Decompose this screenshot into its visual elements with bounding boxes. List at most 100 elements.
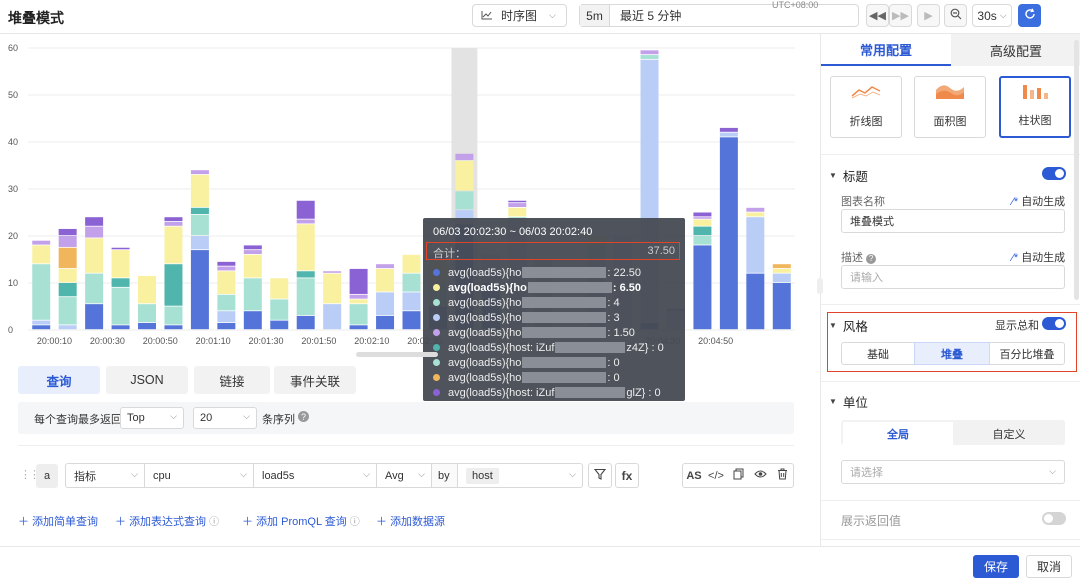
chart-type-area-label: 面积图 — [933, 116, 967, 128]
refresh-button[interactable] — [1018, 4, 1041, 27]
chart-type-selector[interactable]: 时序图 ⌵ — [472, 4, 567, 27]
show-total-label: 显示总和 — [995, 320, 1039, 332]
add-simple-query-link[interactable]: ＋ 添加简单查询 — [18, 513, 98, 529]
chart-area[interactable]: 0 10 20 30 40 50 60 20:00:10 20:00:30 20:00:50 20:… — [0, 35, 820, 353]
chart-name-label: 图表名称 — [841, 196, 885, 208]
x-tick-label: 20:00:30 — [90, 336, 125, 346]
limit-suffix-label: 条序列 — [262, 414, 295, 426]
refresh-interval-select[interactable]: 30s ⌵ — [972, 4, 1012, 27]
show-values-toggle[interactable] — [1042, 512, 1066, 525]
delete-button[interactable] — [770, 463, 794, 488]
source-type-select[interactable]: 指标 ⌵ — [65, 463, 145, 488]
caret-down-icon: ▼ — [829, 321, 837, 330]
unit-custom-option[interactable]: 自定义 — [955, 422, 1063, 445]
unit-select[interactable]: 请选择 ⌵ — [841, 460, 1065, 484]
zoom-out-button[interactable] — [944, 4, 967, 27]
tooltip-series-name: avg(load5s){ho — [448, 356, 522, 369]
bar-segment — [164, 217, 183, 222]
style-stacked-option[interactable]: 堆叠 — [914, 342, 990, 365]
description-input[interactable]: 请输入 — [841, 265, 1065, 289]
help-icon[interactable]: ? — [298, 411, 309, 422]
alias-button[interactable]: AS — [682, 463, 706, 488]
style-section-header[interactable]: ▼ 风格 — [829, 316, 868, 335]
chart-type-bar[interactable]: 柱状图 — [999, 76, 1071, 138]
title-toggle[interactable] — [1042, 167, 1066, 180]
bar-segment — [111, 287, 130, 325]
panel-resize-handle[interactable] — [817, 278, 823, 294]
bar-segment — [296, 278, 315, 316]
bar-segment — [85, 238, 104, 273]
tooltip-series-value: : 22.50 — [607, 266, 642, 279]
unit-global-option[interactable]: 全局 — [843, 422, 953, 445]
bar-segment — [402, 254, 421, 273]
footer-bar — [0, 546, 1080, 585]
auto-generate-name-link[interactable]: ⁄* 自动生成 — [1012, 193, 1065, 209]
bar-segment — [190, 236, 209, 250]
tooltip-series-value: : 1.50 — [607, 326, 635, 339]
metric-group-select[interactable]: cpu ⌵ — [144, 463, 254, 488]
bar-segment — [190, 214, 209, 236]
tooltip-series-value: : 4 — [607, 296, 620, 309]
add-promql-query-link[interactable]: ＋ 添加 PromQL 查询 ⓘ — [242, 513, 360, 529]
limit-mode-select[interactable]: Top ⌵ — [120, 407, 184, 429]
copy-button[interactable] — [726, 463, 750, 488]
chart-name-input[interactable]: 堆叠模式 — [841, 209, 1065, 233]
bar-segment — [217, 271, 236, 294]
zoom-out-icon — [950, 8, 962, 23]
magic-wand-icon: ⁄* — [1012, 196, 1019, 208]
bar-segment — [455, 160, 474, 191]
chart-tooltip: 06/03 20:02:30 ~ 06/03 20:02:40 合计： 37.5… — [423, 218, 685, 401]
chart-resize-handle[interactable] — [356, 352, 438, 357]
tab-json[interactable]: JSON — [106, 366, 188, 394]
unit-section-header[interactable]: ▼ 单位 — [829, 392, 868, 411]
function-button[interactable]: fx — [615, 463, 639, 488]
x-tick-label: 20:01:10 — [196, 336, 231, 346]
chart-type-area[interactable]: 面积图 — [914, 76, 986, 138]
code-button[interactable]: </> — [704, 463, 728, 488]
filter-button[interactable] — [588, 463, 612, 488]
bar-segment — [323, 271, 342, 273]
add-datasource-link[interactable]: ＋ 添加数据源 — [376, 513, 445, 529]
line-chart-icon — [851, 84, 881, 103]
step-forward-button[interactable]: ▶▶ — [889, 4, 912, 27]
tooltip-row: avg(load5s){ho: 6.50 — [433, 280, 641, 295]
bar-segment — [746, 217, 765, 273]
style-basic-option[interactable]: 基础 — [841, 342, 915, 365]
auto-generate-desc-link[interactable]: ⁄* 自动生成 — [1012, 249, 1065, 265]
chart-type-line[interactable]: 折线图 — [830, 76, 902, 138]
tab-link[interactable]: 链接 — [194, 366, 270, 394]
double-right-icon: ▶▶ — [892, 10, 909, 22]
tooltip-series-value: z4Z} : 0 — [626, 341, 664, 354]
limit-count-select[interactable]: 20 ⌵ — [193, 407, 257, 429]
chevron-down-icon: ⌵ — [131, 469, 138, 479]
show-total-toggle[interactable] — [1042, 317, 1066, 330]
title-section-header[interactable]: ▼ 标题 — [829, 166, 868, 185]
query-letter: a — [36, 464, 58, 488]
panel-scrollbar[interactable] — [1074, 40, 1079, 300]
bar-segment — [243, 250, 262, 254]
save-button[interactable]: 保存 — [973, 555, 1019, 578]
add-expression-query-link[interactable]: ＋ 添加表达式查询 ⓘ — [115, 513, 219, 529]
tab-advanced-config[interactable]: 高级配置 — [951, 34, 1080, 66]
tooltip-series-name: avg(load5s){host: iZuf — [448, 386, 555, 399]
cancel-button[interactable]: 取消 — [1026, 555, 1072, 578]
play-button[interactable]: ▶ — [917, 4, 940, 27]
tab-event-correlation[interactable]: 事件关联 — [274, 366, 356, 394]
page-title: 堆叠模式 — [8, 10, 64, 26]
bar-segment — [32, 320, 51, 325]
style-percent-stacked-option[interactable]: 百分比堆叠 — [989, 342, 1065, 365]
step-back-button[interactable]: ◀◀ — [866, 4, 889, 27]
magic-wand-icon: ⁄* — [1012, 252, 1019, 264]
tooltip-series-value: : 3 — [607, 311, 620, 324]
tab-query[interactable]: 查询 — [18, 366, 100, 394]
timezone-label: UTC+08:00 — [772, 0, 819, 10]
aggregation-select[interactable]: Avg ⌵ — [376, 463, 432, 488]
visibility-button[interactable] — [748, 463, 772, 488]
bar-segment — [772, 283, 791, 330]
metric-select[interactable]: load5s ⌵ — [253, 463, 377, 488]
group-by-select[interactable]: host ⌵ — [457, 463, 583, 488]
tooltip-total-value: 37.50 — [647, 245, 675, 257]
bar-segment — [349, 325, 368, 330]
tab-common-config[interactable]: 常用配置 — [821, 34, 951, 66]
bar-segment — [164, 325, 183, 330]
